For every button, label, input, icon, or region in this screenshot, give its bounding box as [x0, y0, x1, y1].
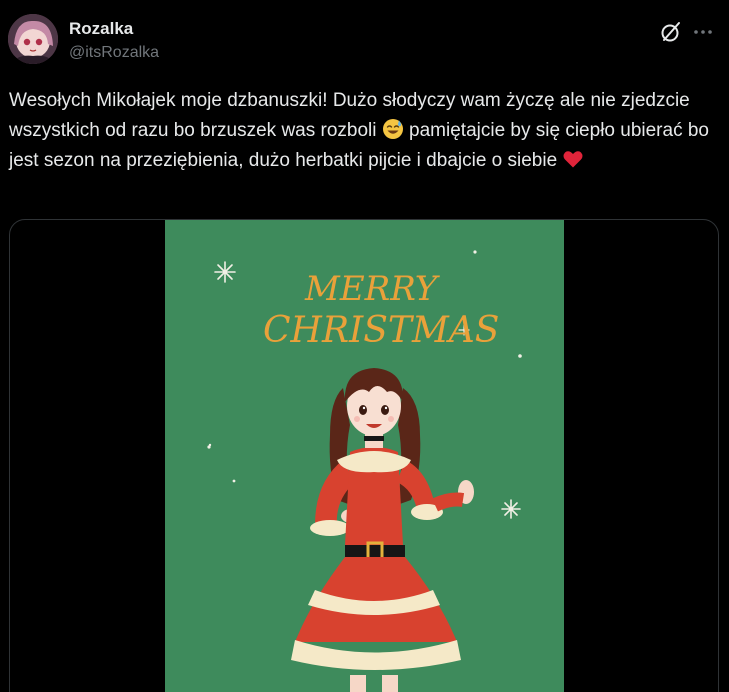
red-heart-emoji — [562, 148, 584, 170]
card-illustration: MERRY CHRISTMAS — [165, 220, 564, 692]
media-frame[interactable]: MERRY CHRISTMAS — [9, 219, 719, 692]
tweet-text: Wesołych Mikołajek moje dzbanuszki! Dużo… — [9, 86, 714, 176]
username-handle[interactable]: @itsRozalka — [69, 42, 159, 64]
grok-icon[interactable] — [659, 20, 683, 44]
avatar-image — [8, 14, 58, 64]
post-header: Rozalka @itsRozalka — [8, 14, 721, 66]
headline-line2: CHRISTMAS — [263, 310, 499, 351]
more-options-icon[interactable] — [689, 18, 717, 46]
post: Rozalka @itsRozalka Wesołych Mikołajek m… — [0, 0, 729, 692]
avatar[interactable] — [8, 14, 58, 64]
christmas-card-image[interactable]: MERRY CHRISTMAS — [165, 220, 564, 692]
author-names: Rozalka @itsRozalka — [69, 18, 159, 64]
sweat-smile-emoji — [382, 118, 404, 140]
headline-line1: MERRY — [304, 269, 441, 309]
display-name[interactable]: Rozalka — [69, 18, 159, 40]
